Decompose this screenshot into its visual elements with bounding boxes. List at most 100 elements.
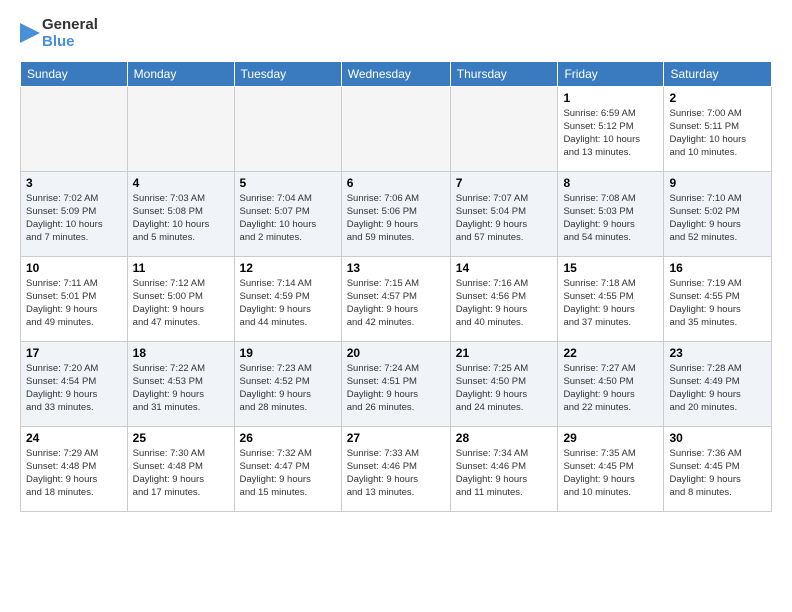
day-info: Sunrise: 7:06 AMSunset: 5:06 PMDaylight:… bbox=[347, 192, 445, 245]
calendar-cell: 1 Sunrise: 6:59 AMSunset: 5:12 PMDaylight… bbox=[558, 86, 664, 171]
calendar-cell: 23 Sunrise: 7:28 AMSunset: 4:49 PMDayligh… bbox=[664, 341, 772, 426]
day-number: 27 bbox=[347, 431, 445, 445]
day-number: 11 bbox=[133, 261, 229, 275]
weekday-header-row: SundayMondayTuesdayWednesdayThursdayFrid… bbox=[21, 61, 772, 86]
calendar-cell: 9 Sunrise: 7:10 AMSunset: 5:02 PMDaylight… bbox=[664, 171, 772, 256]
day-info: Sunrise: 7:19 AMSunset: 4:55 PMDaylight:… bbox=[669, 277, 766, 330]
calendar-cell: 20 Sunrise: 7:24 AMSunset: 4:51 PMDayligh… bbox=[341, 341, 450, 426]
day-info: Sunrise: 7:32 AMSunset: 4:47 PMDaylight:… bbox=[240, 447, 336, 500]
day-number: 17 bbox=[26, 346, 122, 360]
calendar-cell: 19 Sunrise: 7:23 AMSunset: 4:52 PMDayligh… bbox=[234, 341, 341, 426]
weekday-wednesday: Wednesday bbox=[341, 61, 450, 86]
week-row-3: 10 Sunrise: 7:11 AMSunset: 5:01 PMDayligh… bbox=[21, 256, 772, 341]
day-info: Sunrise: 7:00 AMSunset: 5:11 PMDaylight:… bbox=[669, 107, 766, 160]
calendar-cell: 13 Sunrise: 7:15 AMSunset: 4:57 PMDayligh… bbox=[341, 256, 450, 341]
day-info: Sunrise: 7:02 AMSunset: 5:09 PMDaylight:… bbox=[26, 192, 122, 245]
day-number: 5 bbox=[240, 176, 336, 190]
page: GeneralBlue SundayMondayTuesdayWednesday… bbox=[0, 0, 792, 522]
day-info: Sunrise: 7:28 AMSunset: 4:49 PMDaylight:… bbox=[669, 362, 766, 415]
day-number: 30 bbox=[669, 431, 766, 445]
weekday-thursday: Thursday bbox=[450, 61, 558, 86]
day-number: 13 bbox=[347, 261, 445, 275]
calendar-cell: 28 Sunrise: 7:34 AMSunset: 4:46 PMDayligh… bbox=[450, 426, 558, 511]
day-info: Sunrise: 7:20 AMSunset: 4:54 PMDaylight:… bbox=[26, 362, 122, 415]
calendar-cell: 5 Sunrise: 7:04 AMSunset: 5:07 PMDaylight… bbox=[234, 171, 341, 256]
day-info: Sunrise: 7:30 AMSunset: 4:48 PMDaylight:… bbox=[133, 447, 229, 500]
day-number: 20 bbox=[347, 346, 445, 360]
calendar-table: SundayMondayTuesdayWednesdayThursdayFrid… bbox=[20, 61, 772, 512]
day-number: 4 bbox=[133, 176, 229, 190]
day-info: Sunrise: 7:25 AMSunset: 4:50 PMDaylight:… bbox=[456, 362, 553, 415]
calendar-cell: 2Sunrise: 7:00 AMSunset: 5:11 PMDaylight… bbox=[664, 86, 772, 171]
weekday-monday: Monday bbox=[127, 61, 234, 86]
calendar-cell: 25 Sunrise: 7:30 AMSunset: 4:48 PMDayligh… bbox=[127, 426, 234, 511]
calendar-cell: 24 Sunrise: 7:29 AMSunset: 4:48 PMDayligh… bbox=[21, 426, 128, 511]
calendar-cell: 8Sunrise: 7:08 AMSunset: 5:03 PMDaylight… bbox=[558, 171, 664, 256]
day-number: 29 bbox=[563, 431, 658, 445]
calendar-cell bbox=[234, 86, 341, 171]
calendar-cell: 18 Sunrise: 7:22 AMSunset: 4:53 PMDayligh… bbox=[127, 341, 234, 426]
day-info: Sunrise: 7:36 AMSunset: 4:45 PMDaylight:… bbox=[669, 447, 766, 500]
day-number: 26 bbox=[240, 431, 336, 445]
calendar-cell bbox=[127, 86, 234, 171]
day-number: 8 bbox=[563, 176, 658, 190]
day-number: 23 bbox=[669, 346, 766, 360]
day-number: 14 bbox=[456, 261, 553, 275]
day-number: 22 bbox=[563, 346, 658, 360]
day-number: 18 bbox=[133, 346, 229, 360]
day-info: Sunrise: 7:16 AMSunset: 4:56 PMDaylight:… bbox=[456, 277, 553, 330]
calendar-cell: 21Sunrise: 7:25 AMSunset: 4:50 PMDayligh… bbox=[450, 341, 558, 426]
day-info: Sunrise: 7:04 AMSunset: 5:07 PMDaylight:… bbox=[240, 192, 336, 245]
calendar-cell: 17 Sunrise: 7:20 AMSunset: 4:54 PMDayligh… bbox=[21, 341, 128, 426]
weekday-saturday: Saturday bbox=[664, 61, 772, 86]
day-number: 28 bbox=[456, 431, 553, 445]
day-number: 19 bbox=[240, 346, 336, 360]
calendar-cell: 7 Sunrise: 7:07 AMSunset: 5:04 PMDaylight… bbox=[450, 171, 558, 256]
day-number: 9 bbox=[669, 176, 766, 190]
day-info: Sunrise: 7:33 AMSunset: 4:46 PMDaylight:… bbox=[347, 447, 445, 500]
day-info: Sunrise: 7:15 AMSunset: 4:57 PMDaylight:… bbox=[347, 277, 445, 330]
calendar-cell: 26 Sunrise: 7:32 AMSunset: 4:47 PMDayligh… bbox=[234, 426, 341, 511]
day-number: 25 bbox=[133, 431, 229, 445]
calendar-cell bbox=[341, 86, 450, 171]
day-info: Sunrise: 7:07 AMSunset: 5:04 PMDaylight:… bbox=[456, 192, 553, 245]
calendar-cell: 12Sunrise: 7:14 AMSunset: 4:59 PMDayligh… bbox=[234, 256, 341, 341]
day-info: Sunrise: 7:11 AMSunset: 5:01 PMDaylight:… bbox=[26, 277, 122, 330]
weekday-sunday: Sunday bbox=[21, 61, 128, 86]
calendar-cell: 4 Sunrise: 7:03 AMSunset: 5:08 PMDaylight… bbox=[127, 171, 234, 256]
day-info: Sunrise: 7:29 AMSunset: 4:48 PMDaylight:… bbox=[26, 447, 122, 500]
day-number: 3 bbox=[26, 176, 122, 190]
calendar-cell: 3 Sunrise: 7:02 AMSunset: 5:09 PMDaylight… bbox=[21, 171, 128, 256]
day-info: Sunrise: 7:22 AMSunset: 4:53 PMDaylight:… bbox=[133, 362, 229, 415]
day-info: Sunrise: 7:12 AMSunset: 5:00 PMDaylight:… bbox=[133, 277, 229, 330]
day-info: Sunrise: 7:23 AMSunset: 4:52 PMDaylight:… bbox=[240, 362, 336, 415]
day-info: Sunrise: 6:59 AMSunset: 5:12 PMDaylight:… bbox=[563, 107, 658, 160]
calendar-cell: 11 Sunrise: 7:12 AMSunset: 5:00 PMDayligh… bbox=[127, 256, 234, 341]
calendar-cell: 6Sunrise: 7:06 AMSunset: 5:06 PMDaylight… bbox=[341, 171, 450, 256]
day-info: Sunrise: 7:24 AMSunset: 4:51 PMDaylight:… bbox=[347, 362, 445, 415]
calendar-cell bbox=[450, 86, 558, 171]
day-info: Sunrise: 7:03 AMSunset: 5:08 PMDaylight:… bbox=[133, 192, 229, 245]
calendar-cell: 10 Sunrise: 7:11 AMSunset: 5:01 PMDayligh… bbox=[21, 256, 128, 341]
logo: GeneralBlue bbox=[20, 16, 98, 51]
calendar-cell bbox=[21, 86, 128, 171]
week-row-5: 24 Sunrise: 7:29 AMSunset: 4:48 PMDayligh… bbox=[21, 426, 772, 511]
calendar-cell: 14 Sunrise: 7:16 AMSunset: 4:56 PMDayligh… bbox=[450, 256, 558, 341]
day-info: Sunrise: 7:34 AMSunset: 4:46 PMDaylight:… bbox=[456, 447, 553, 500]
weekday-friday: Friday bbox=[558, 61, 664, 86]
calendar-cell: 30 Sunrise: 7:36 AMSunset: 4:45 PMDayligh… bbox=[664, 426, 772, 511]
day-number: 1 bbox=[563, 91, 658, 105]
day-number: 10 bbox=[26, 261, 122, 275]
calendar-cell: 27 Sunrise: 7:33 AMSunset: 4:46 PMDayligh… bbox=[341, 426, 450, 511]
day-number: 24 bbox=[26, 431, 122, 445]
week-row-1: 1 Sunrise: 6:59 AMSunset: 5:12 PMDaylight… bbox=[21, 86, 772, 171]
week-row-2: 3 Sunrise: 7:02 AMSunset: 5:09 PMDaylight… bbox=[21, 171, 772, 256]
day-info: Sunrise: 7:35 AMSunset: 4:45 PMDaylight:… bbox=[563, 447, 658, 500]
day-info: Sunrise: 7:18 AMSunset: 4:55 PMDaylight:… bbox=[563, 277, 658, 330]
calendar-cell: 16Sunrise: 7:19 AMSunset: 4:55 PMDayligh… bbox=[664, 256, 772, 341]
day-number: 7 bbox=[456, 176, 553, 190]
day-number: 12 bbox=[240, 261, 336, 275]
calendar-cell: 15Sunrise: 7:18 AMSunset: 4:55 PMDayligh… bbox=[558, 256, 664, 341]
day-info: Sunrise: 7:27 AMSunset: 4:50 PMDaylight:… bbox=[563, 362, 658, 415]
day-info: Sunrise: 7:10 AMSunset: 5:02 PMDaylight:… bbox=[669, 192, 766, 245]
